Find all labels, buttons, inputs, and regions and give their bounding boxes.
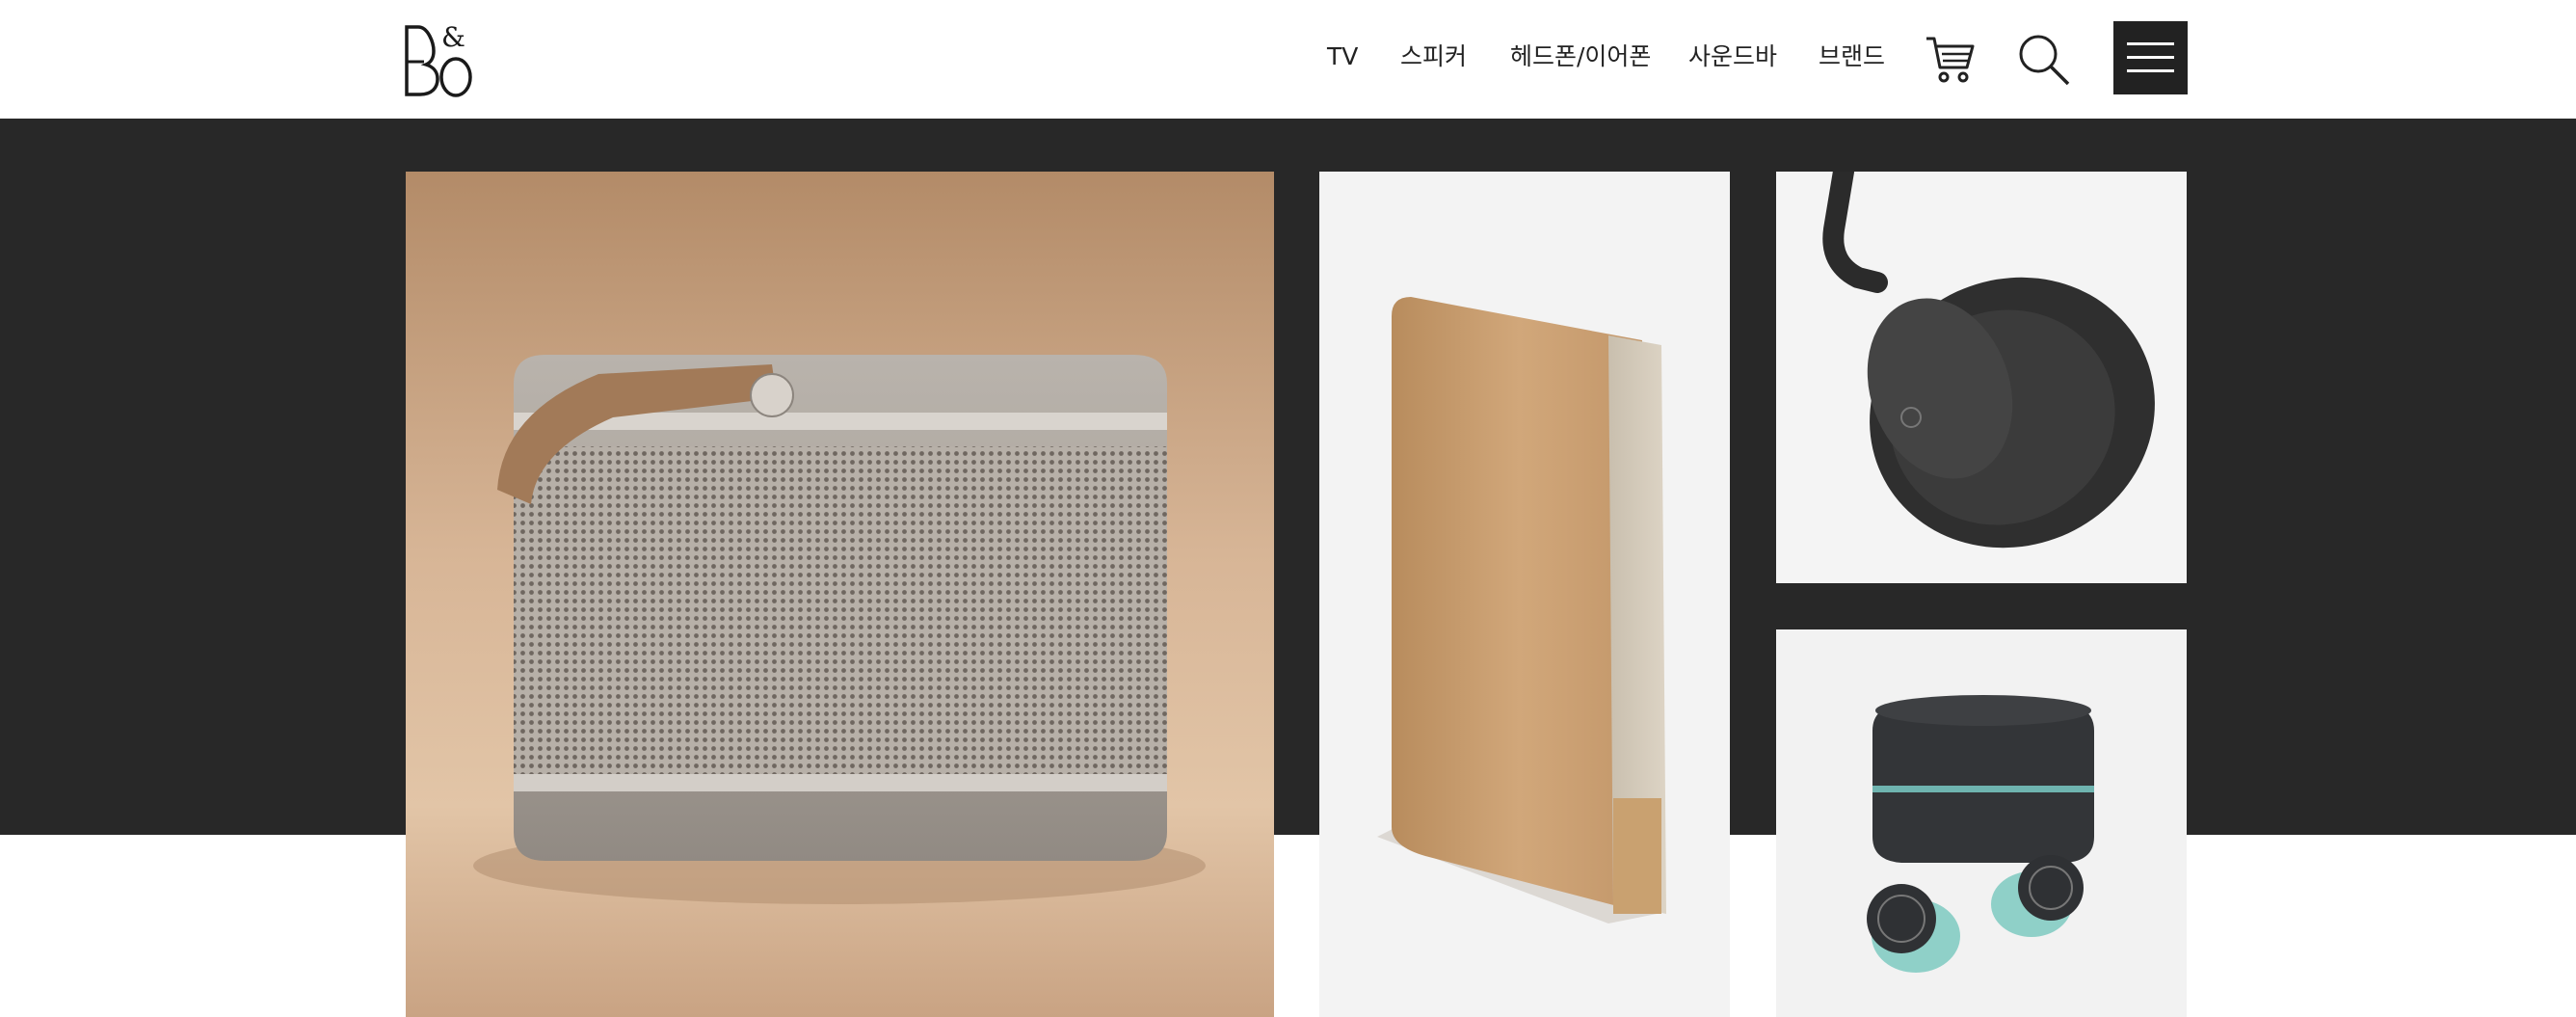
site-header: & TV 스피커 헤드폰/이어폰 사운드바 브랜드 bbox=[0, 0, 2576, 119]
brand-logo[interactable]: & bbox=[403, 19, 474, 100]
nav-speakers[interactable]: 스피커 bbox=[1400, 40, 1467, 73]
search-icon[interactable] bbox=[2017, 33, 2071, 87]
product-tile-portable-speaker[interactable] bbox=[406, 172, 1274, 1017]
brand-logo-mark: & bbox=[405, 21, 472, 97]
hamburger-menu-icon bbox=[2127, 42, 2174, 45]
product-tile-earbuds[interactable] bbox=[1776, 629, 2187, 1017]
nav-brand[interactable]: 브랜드 bbox=[1819, 40, 1885, 73]
earbuds-image bbox=[1776, 629, 2187, 1017]
portable-speaker-image bbox=[406, 172, 1274, 1017]
nav-headphones-earphones[interactable]: 헤드폰/이어폰 bbox=[1510, 40, 1651, 73]
product-tile-bookshelf-speaker[interactable] bbox=[1319, 172, 1730, 1017]
bookshelf-speaker-image bbox=[1319, 172, 1730, 1017]
hamburger-menu-bar bbox=[2127, 56, 2174, 59]
nav-tv[interactable]: TV bbox=[1327, 40, 1358, 73]
headphones-image bbox=[1776, 172, 2187, 583]
hero-band bbox=[0, 119, 2576, 835]
nav-soundbars[interactable]: 사운드바 bbox=[1688, 40, 1777, 73]
hamburger-menu-bar bbox=[2127, 69, 2174, 72]
menu-button[interactable] bbox=[2113, 21, 2188, 94]
product-tile-headphones[interactable] bbox=[1776, 172, 2187, 583]
cart-icon[interactable] bbox=[1925, 33, 1975, 85]
svg-text:&: & bbox=[441, 21, 465, 53]
